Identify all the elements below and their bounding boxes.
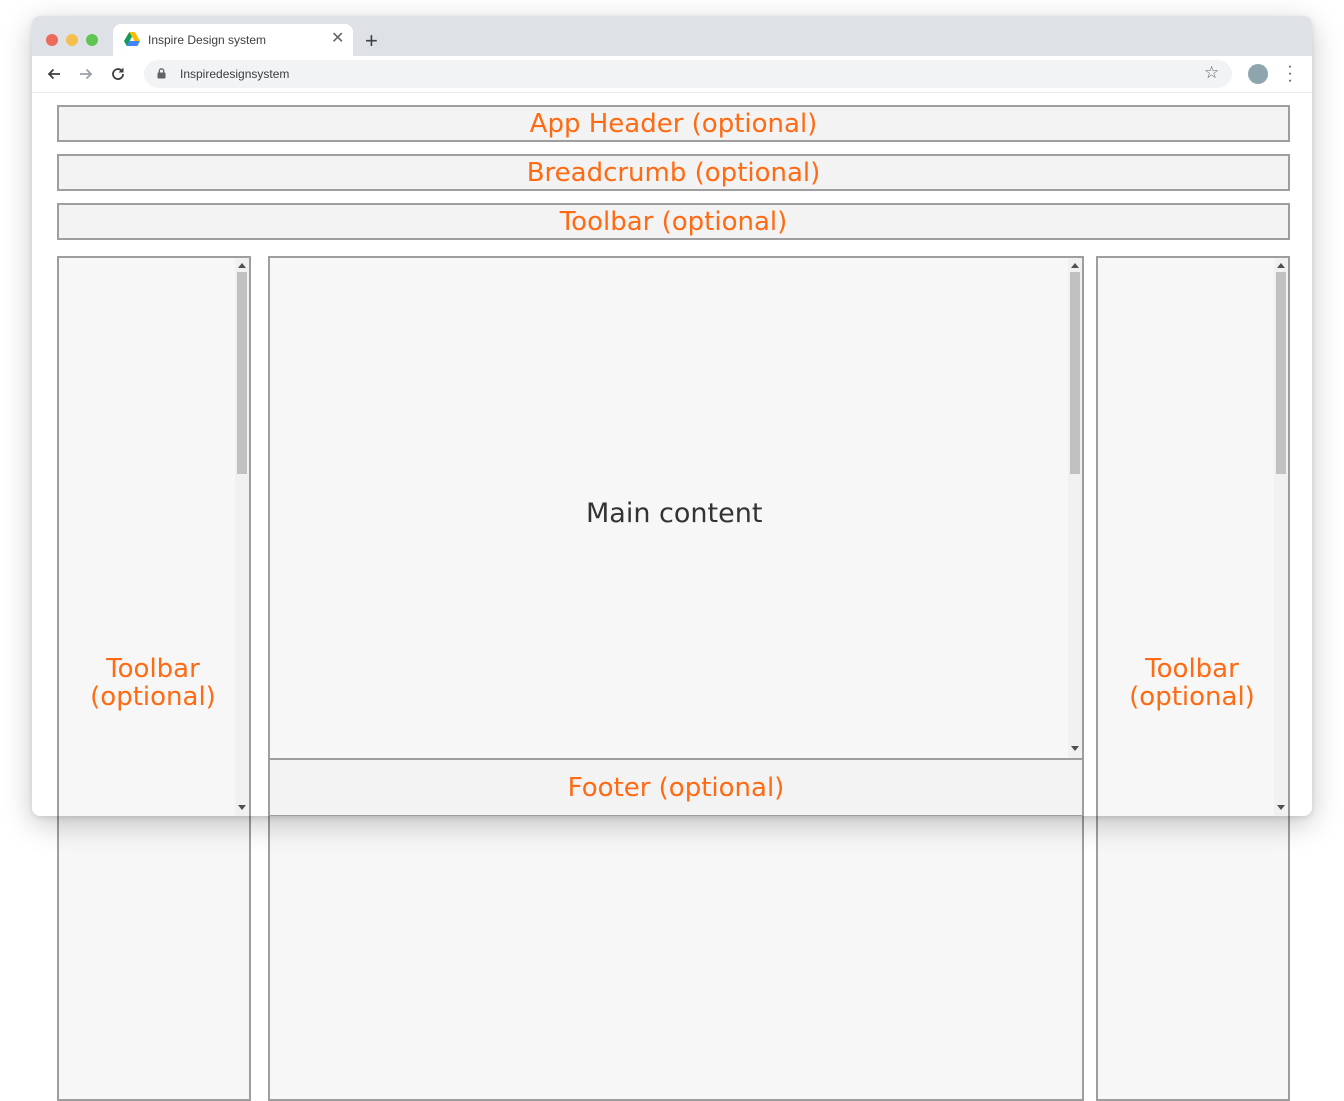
scroll-up-arrow-icon[interactable]	[1277, 263, 1285, 268]
lock-icon	[157, 68, 166, 79]
avatar[interactable]	[1248, 64, 1268, 84]
plus-icon[interactable]: +	[365, 30, 378, 52]
left-toolbar-scrollbar[interactable]	[235, 258, 249, 816]
window-close-button[interactable]	[46, 34, 58, 46]
left-toolbar: Toolbar (optional)	[57, 256, 251, 816]
scroll-down-arrow-icon[interactable]	[1071, 746, 1079, 751]
footer: Footer (optional)	[268, 758, 1084, 816]
footer-label: Footer (optional)	[567, 772, 785, 803]
browser-tab[interactable]: Inspire Design system ✕	[113, 24, 353, 56]
close-icon[interactable]: ✕	[331, 29, 344, 49]
forward-icon[interactable]	[76, 64, 96, 84]
scroll-down-arrow-icon[interactable]	[238, 805, 246, 810]
left-toolbar-label-line1: Toolbar	[106, 654, 200, 684]
scrollbar-thumb[interactable]	[237, 272, 247, 474]
main-content-scrollbar[interactable]	[1068, 258, 1082, 759]
right-toolbar-scrollbar[interactable]	[1274, 258, 1288, 816]
right-toolbar-label-line2: (optional)	[1129, 682, 1255, 712]
scroll-up-arrow-icon[interactable]	[1071, 263, 1079, 268]
window-minimize-button[interactable]	[66, 34, 78, 46]
right-toolbar: Toolbar (optional)	[1096, 256, 1290, 816]
url-text: Inspiredesignsystem	[180, 67, 290, 81]
tab-title: Inspire Design system	[148, 33, 267, 47]
breadcrumb-label: Breadcrumb (optional)	[526, 157, 821, 188]
back-icon[interactable]	[44, 64, 64, 84]
drive-icon	[124, 32, 140, 46]
scroll-down-arrow-icon[interactable]	[1277, 805, 1285, 810]
browser-titlebar: Inspire Design system ✕ +	[32, 16, 1312, 56]
app-header: App Header (optional)	[57, 105, 1290, 142]
right-toolbar-label: Toolbar (optional)	[1098, 655, 1286, 711]
app-header-label: App Header (optional)	[529, 108, 818, 139]
top-toolbar: Toolbar (optional)	[57, 203, 1290, 240]
reload-icon[interactable]	[108, 64, 128, 84]
main-content-label: Main content	[586, 498, 763, 529]
scrollbar-thumb[interactable]	[1276, 272, 1286, 474]
star-icon[interactable]: ☆	[1204, 64, 1219, 82]
right-toolbar-label-line1: Toolbar	[1145, 654, 1239, 684]
browser-window: Inspire Design system ✕ + Inspiredesigns…	[32, 16, 1312, 816]
scroll-up-arrow-icon[interactable]	[238, 263, 246, 268]
top-toolbar-label: Toolbar (optional)	[559, 206, 788, 237]
browser-toolbar: Inspiredesignsystem ☆ · · ·	[32, 56, 1312, 93]
left-toolbar-label: Toolbar (optional)	[59, 655, 247, 711]
main-content: Main content	[268, 256, 1084, 761]
address-bar[interactable]: Inspiredesignsystem ☆	[144, 60, 1232, 88]
menu-dots-icon[interactable]: · · ·	[1284, 59, 1296, 89]
window-maximize-button[interactable]	[86, 34, 98, 46]
left-toolbar-label-line2: (optional)	[90, 682, 216, 712]
breadcrumb: Breadcrumb (optional)	[57, 154, 1290, 191]
scrollbar-thumb[interactable]	[1070, 272, 1080, 474]
